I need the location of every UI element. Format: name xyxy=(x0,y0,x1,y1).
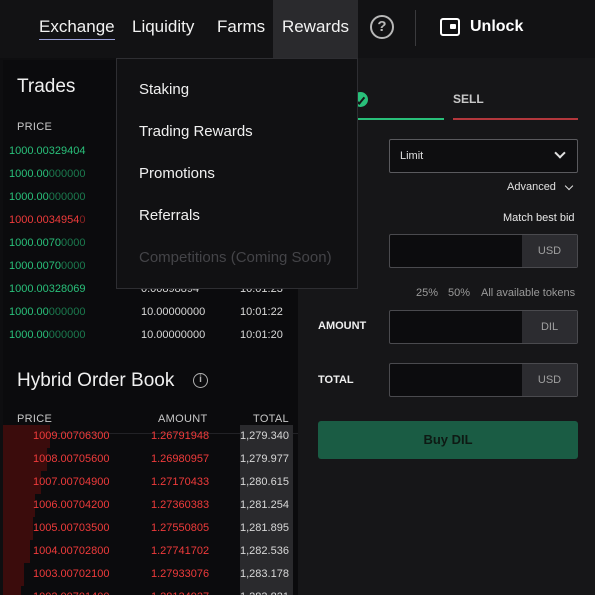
orderbook-amount: 1.26980957 xyxy=(151,453,210,465)
all-tokens-button[interactable]: All available tokens xyxy=(481,287,575,299)
amount-field[interactable]: DIL xyxy=(389,310,578,344)
orderbook-row[interactable]: 1009.00706300 1.26791948 1,279.340 xyxy=(3,425,298,448)
nav-exchange[interactable]: Exchange xyxy=(39,0,115,58)
depth-bar xyxy=(3,494,35,517)
orderbook-price: 1004.00702800 xyxy=(33,545,110,557)
amount-label: AMOUNT xyxy=(318,320,367,332)
nav-liquidity[interactable]: Liquidity xyxy=(132,0,194,58)
depth-bar xyxy=(3,517,33,540)
orderbook-total: 1,283.178 xyxy=(240,568,289,580)
chevron-down-icon xyxy=(564,181,574,191)
trade-price: 1000.00700000 xyxy=(9,237,86,249)
price-field[interactable]: USD xyxy=(389,234,578,268)
orderbook-amount: 1.27741702 xyxy=(151,545,210,557)
percent-50-button[interactable]: 50% xyxy=(448,287,470,299)
top-navigation: Exchange Liquidity Farms Rewards ? Unloc… xyxy=(0,0,595,89)
orderbook-amount: 1.27170433 xyxy=(151,476,210,488)
menu-item-promotions[interactable]: Promotions xyxy=(139,165,215,182)
sell-tab-indicator xyxy=(453,118,578,120)
orderbook-row[interactable]: 1006.00704200 1.27360383 1,281.254 xyxy=(3,494,298,517)
percent-25-button[interactable]: 25% xyxy=(416,287,438,299)
menu-item-competitions: Competitions (Coming Soon) xyxy=(139,249,332,266)
sell-tab[interactable]: SELL xyxy=(453,92,484,106)
wallet-icon xyxy=(440,18,460,36)
orderbook-price: 1006.00704200 xyxy=(33,499,110,511)
trade-price: 1000.00329404 xyxy=(9,145,86,157)
orderbook-price: 1009.00706300 xyxy=(33,430,110,442)
trade-price: 1000.00000000 xyxy=(9,329,86,341)
nav-exchange-label: Exchange xyxy=(39,17,115,40)
orderbook-total: 1,281.254 xyxy=(240,499,289,511)
orderbook-price: 1008.00705600 xyxy=(33,453,110,465)
orderbook-amount: 1.27933076 xyxy=(151,568,210,580)
info-icon[interactable]: i xyxy=(193,373,208,388)
trade-price: 1000.00349540 xyxy=(9,214,86,226)
order-type-value: Limit xyxy=(400,150,424,162)
rewards-dropdown: Staking Trading Rewards Promotions Refer… xyxy=(116,58,358,289)
trade-amount: 10.00000000 xyxy=(141,329,206,341)
help-icon[interactable]: ? xyxy=(370,15,394,39)
price-unit: USD xyxy=(522,235,577,267)
total-label: TOTAL xyxy=(318,374,354,386)
trade-amount: 10.00000000 xyxy=(141,306,206,318)
order-type-select[interactable]: Limit xyxy=(389,139,578,173)
orderbook-total: 1,279.977 xyxy=(240,453,289,465)
orderbook-col-price: PRICE xyxy=(17,413,53,425)
trade-price: 1000.00000000 xyxy=(9,191,86,203)
trade-row: 1000.00000000 10.00000000 10:01:20 xyxy=(3,324,298,347)
depth-bar xyxy=(3,540,30,563)
orderbook-amount: 1.26791948 xyxy=(151,430,210,442)
orderbook-amount: 1.27360383 xyxy=(151,499,210,511)
menu-item-referrals[interactable]: Referrals xyxy=(139,207,200,224)
orderbook-amount: 1.28124927 xyxy=(151,591,209,595)
depth-bar xyxy=(3,586,21,595)
orderbook-row[interactable]: 1007.00704900 1.27170433 1,280.615 xyxy=(3,471,298,494)
orderbook-total: 1,280.615 xyxy=(240,476,289,488)
trade-price: 1000.00328069 xyxy=(9,283,86,295)
total-field[interactable]: USD xyxy=(389,363,578,397)
orderbook-price: 1007.00704900 xyxy=(33,476,110,488)
orderbook-total: 1,281.895 xyxy=(240,522,289,534)
orderbook-price: 1003.00702100 xyxy=(33,568,110,580)
menu-item-trading-rewards[interactable]: Trading Rewards xyxy=(139,123,253,140)
trades-col-price: PRICE xyxy=(17,121,53,133)
amount-unit: DIL xyxy=(522,311,577,343)
nav-divider xyxy=(415,10,416,46)
trade-price: 1000.00000000 xyxy=(9,168,86,180)
buy-button[interactable]: Buy DIL xyxy=(318,421,578,459)
orderbook-col-amount: AMOUNT xyxy=(158,413,208,425)
orderbook-total: 1,282.536 xyxy=(240,545,289,557)
total-unit: USD xyxy=(522,364,577,396)
trade-price: 1000.00700000 xyxy=(9,260,86,272)
menu-item-staking[interactable]: Staking xyxy=(139,81,189,98)
orderbook-price: 1005.00703500 xyxy=(33,522,110,534)
trade-row: 1000.00000000 10.00000000 10:01:22 xyxy=(3,301,298,324)
orderbook-total: 1,283.821 xyxy=(240,591,289,595)
trade-time: 10:01:20 xyxy=(240,329,283,341)
nav-farms[interactable]: Farms xyxy=(217,0,265,58)
match-best-bid-link[interactable]: Match best bid xyxy=(503,212,575,224)
orderbook-price: 1002.00701400 xyxy=(33,591,109,595)
trades-title: Trades xyxy=(17,76,76,97)
orderbook-row[interactable]: 1005.00703500 1.27550805 1,281.895 xyxy=(3,517,298,540)
depth-bar xyxy=(3,563,24,586)
orderbook-total: 1,279.340 xyxy=(240,430,289,442)
orderbook-row[interactable]: 1003.00702100 1.27933076 1,283.178 xyxy=(3,563,298,586)
orderbook-row[interactable]: 1004.00702800 1.27741702 1,282.536 xyxy=(3,540,298,563)
chevron-down-icon xyxy=(554,147,566,159)
orderbook-amount: 1.27550805 xyxy=(151,522,210,534)
orderbook-row[interactable]: 1008.00705600 1.26980957 1,279.977 xyxy=(3,448,298,471)
trade-time: 10:01:22 xyxy=(240,306,283,318)
orderbook-row[interactable]: 1002.00701400 1.28124927 1,283.821 xyxy=(3,586,298,595)
nav-rewards[interactable]: Rewards xyxy=(273,0,358,58)
trade-price: 1000.00000000 xyxy=(9,306,86,318)
advanced-toggle[interactable]: Advanced xyxy=(507,181,556,193)
orderbook-col-total: TOTAL xyxy=(253,413,289,425)
orderbook-title: Hybrid Order Book xyxy=(17,370,175,391)
